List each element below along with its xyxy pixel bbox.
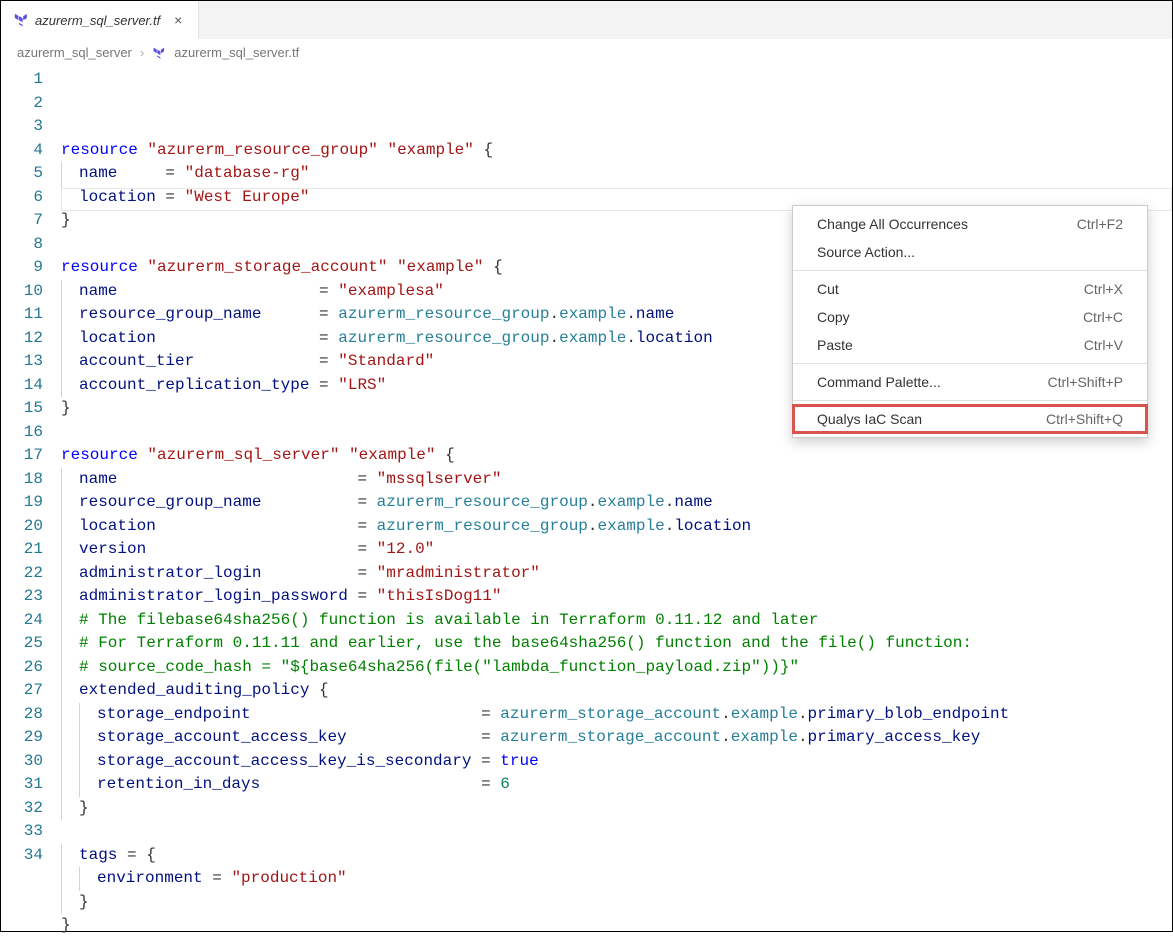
code-line[interactable]: resource "azurerm_resource_group" "examp… xyxy=(61,139,1172,163)
menu-item-source-action[interactable]: Source Action... xyxy=(793,238,1147,266)
line-number: 34 xyxy=(1,844,43,868)
code-line[interactable]: } xyxy=(61,891,1172,915)
menu-separator xyxy=(793,363,1147,364)
menu-item-shortcut: Ctrl+Shift+P xyxy=(1048,374,1123,390)
code-line[interactable]: # For Terraform 0.11.11 and earlier, use… xyxy=(61,632,1172,656)
code-line[interactable]: # source_code_hash = "${base64sha256(fil… xyxy=(61,656,1172,680)
line-number: 22 xyxy=(1,562,43,586)
line-number: 32 xyxy=(1,797,43,821)
menu-item-change-all-occurrences[interactable]: Change All Occurrences Ctrl+F2 xyxy=(793,210,1147,238)
line-number: 12 xyxy=(1,327,43,351)
menu-item-shortcut: Ctrl+V xyxy=(1084,337,1123,353)
menu-item-command-palette[interactable]: Command Palette... Ctrl+Shift+P xyxy=(793,368,1147,396)
code-line[interactable]: resource_group_name = azurerm_resource_g… xyxy=(61,491,1172,515)
menu-separator xyxy=(793,400,1147,401)
close-tab-button[interactable]: × xyxy=(170,12,186,28)
code-line[interactable]: administrator_login_password = "thisIsDo… xyxy=(61,585,1172,609)
menu-item-qualys-iac-scan[interactable]: Qualys IaC Scan Ctrl+Shift+Q xyxy=(793,405,1147,433)
menu-item-paste[interactable]: Paste Ctrl+V xyxy=(793,331,1147,359)
line-number: 10 xyxy=(1,280,43,304)
line-number: 2 xyxy=(1,92,43,116)
code-line[interactable]: retention_in_days = 6 xyxy=(61,773,1172,797)
line-number: 21 xyxy=(1,538,43,562)
line-number: 7 xyxy=(1,209,43,233)
line-number: 6 xyxy=(1,186,43,210)
chevron-right-icon: › xyxy=(140,45,144,60)
line-number: 19 xyxy=(1,491,43,515)
menu-item-label: Qualys IaC Scan xyxy=(817,411,922,427)
menu-item-label: Paste xyxy=(817,337,853,353)
menu-item-copy[interactable]: Copy Ctrl+C xyxy=(793,303,1147,331)
code-line[interactable]: storage_account_access_key_is_secondary … xyxy=(61,750,1172,774)
menu-item-label: Change All Occurrences xyxy=(817,216,968,232)
line-number: 18 xyxy=(1,468,43,492)
line-number: 9 xyxy=(1,256,43,280)
line-number: 3 xyxy=(1,115,43,139)
code-line[interactable]: administrator_login = "mradministrator" xyxy=(61,562,1172,586)
line-number: 26 xyxy=(1,656,43,680)
line-number: 27 xyxy=(1,679,43,703)
menu-item-label: Cut xyxy=(817,281,839,297)
line-number: 11 xyxy=(1,303,43,327)
tab-filename: azurerm_sql_server.tf xyxy=(35,13,160,28)
line-number: 29 xyxy=(1,726,43,750)
line-number: 23 xyxy=(1,585,43,609)
context-menu: Change All Occurrences Ctrl+F2 Source Acti… xyxy=(792,205,1148,438)
menu-item-label: Copy xyxy=(817,309,850,325)
code-line[interactable] xyxy=(61,820,1172,844)
menu-item-shortcut: Ctrl+X xyxy=(1084,281,1123,297)
code-line[interactable]: storage_endpoint = azurerm_storage_accou… xyxy=(61,703,1172,727)
line-number: 14 xyxy=(1,374,43,398)
line-number: 28 xyxy=(1,703,43,727)
menu-item-shortcut: Ctrl+F2 xyxy=(1077,216,1123,232)
line-number: 15 xyxy=(1,397,43,421)
code-line[interactable]: name = "database-rg" xyxy=(61,162,1172,186)
menu-item-label: Source Action... xyxy=(817,244,915,260)
code-line[interactable]: resource "azurerm_sql_server" "example" … xyxy=(61,444,1172,468)
terraform-file-icon xyxy=(152,46,166,60)
code-line[interactable]: version = "12.0" xyxy=(61,538,1172,562)
line-number: 13 xyxy=(1,350,43,374)
tab-bar: azurerm_sql_server.tf × xyxy=(1,1,1172,39)
code-line[interactable]: } xyxy=(61,914,1172,938)
code-line[interactable]: storage_account_access_key = azurerm_sto… xyxy=(61,726,1172,750)
menu-item-label: Command Palette... xyxy=(817,374,941,390)
line-number: 4 xyxy=(1,139,43,163)
breadcrumb-file[interactable]: azurerm_sql_server.tf xyxy=(174,45,299,60)
menu-item-cut[interactable]: Cut Ctrl+X xyxy=(793,275,1147,303)
line-number: 16 xyxy=(1,421,43,445)
line-number: 25 xyxy=(1,632,43,656)
code-line[interactable]: environment = "production" xyxy=(61,867,1172,891)
editor-tab[interactable]: azurerm_sql_server.tf × xyxy=(1,1,199,39)
code-editor[interactable]: 1234567891011121314151617181920212223242… xyxy=(1,66,1172,938)
line-number: 8 xyxy=(1,233,43,257)
line-number: 20 xyxy=(1,515,43,539)
line-number: 17 xyxy=(1,444,43,468)
menu-item-shortcut: Ctrl+Shift+Q xyxy=(1046,411,1123,427)
code-line[interactable]: location = azurerm_resource_group.exampl… xyxy=(61,515,1172,539)
line-number: 1 xyxy=(1,68,43,92)
line-number: 33 xyxy=(1,820,43,844)
code-line[interactable]: # The filebase64sha256() function is ava… xyxy=(61,609,1172,633)
line-number: 30 xyxy=(1,750,43,774)
line-number: 31 xyxy=(1,773,43,797)
line-number: 5 xyxy=(1,162,43,186)
terraform-file-icon xyxy=(13,12,29,28)
menu-separator xyxy=(793,270,1147,271)
code-line[interactable]: extended_auditing_policy { xyxy=(61,679,1172,703)
code-area[interactable]: resource "azurerm_resource_group" "examp… xyxy=(61,68,1172,938)
line-number: 24 xyxy=(1,609,43,633)
menu-item-shortcut: Ctrl+C xyxy=(1083,309,1123,325)
line-number-gutter: 1234567891011121314151617181920212223242… xyxy=(1,68,61,938)
breadcrumb-folder[interactable]: azurerm_sql_server xyxy=(17,45,132,60)
code-line[interactable]: } xyxy=(61,797,1172,821)
code-line[interactable]: name = "mssqlserver" xyxy=(61,468,1172,492)
code-line[interactable]: tags = { xyxy=(61,844,1172,868)
breadcrumb: azurerm_sql_server › azurerm_sql_server.… xyxy=(1,39,1172,66)
